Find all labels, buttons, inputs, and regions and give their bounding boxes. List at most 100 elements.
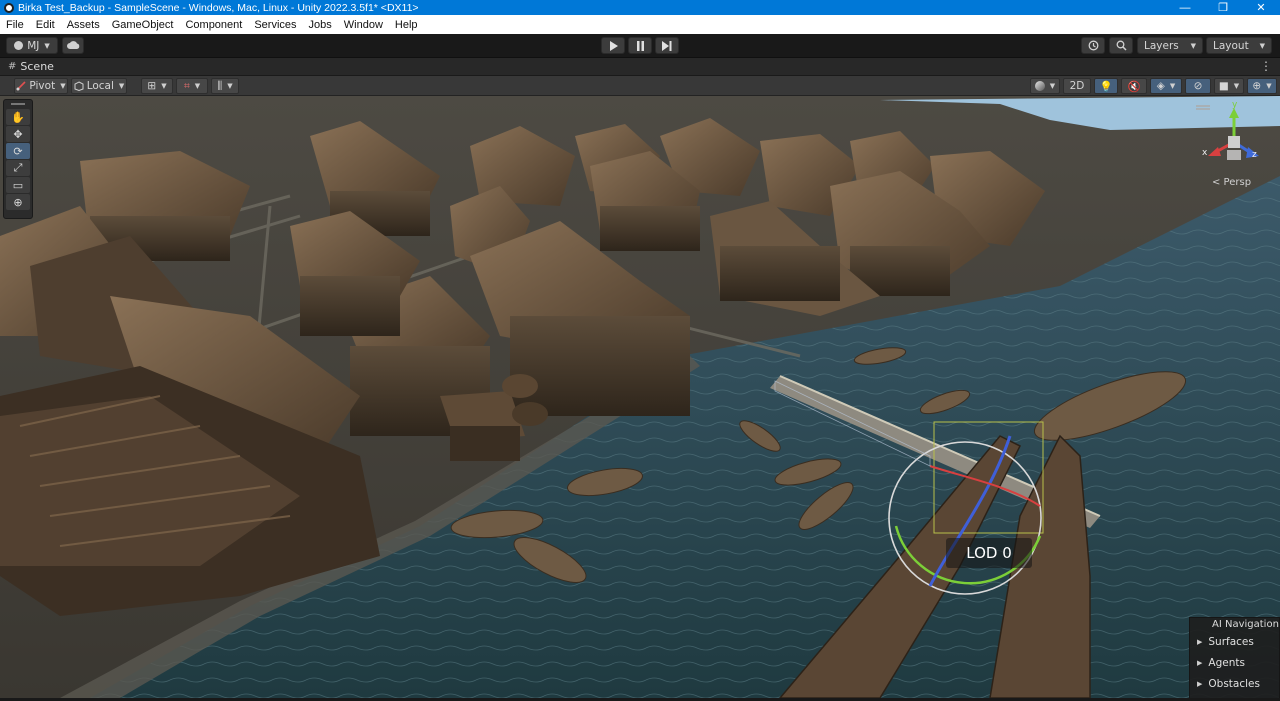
palette-grip[interactable]	[4, 100, 32, 108]
chevron-down-icon: ▼	[44, 41, 50, 50]
search-icon	[1116, 40, 1127, 51]
scene-tab-icon: #	[8, 61, 17, 72]
chevron-down-icon: ▼	[1190, 41, 1196, 50]
local-icon	[74, 81, 84, 91]
menu-edit[interactable]: Edit	[30, 19, 61, 31]
menu-assets[interactable]: Assets	[61, 19, 106, 31]
gizmo-y-label: y	[1232, 100, 1238, 110]
scale-icon: ⤢	[13, 161, 23, 174]
menu-gameobject[interactable]: GameObject	[106, 19, 180, 31]
rotate-tool[interactable]: ⟳	[6, 143, 30, 159]
rect-transform-icon: ▭	[12, 178, 24, 192]
step-button[interactable]	[655, 37, 679, 54]
chevron-down-icon: ▼	[227, 82, 233, 90]
chevron-down-icon: ▼	[1049, 82, 1056, 90]
chevron-down-icon: ▼	[118, 82, 125, 90]
align-dropdown[interactable]: ⫼ ▼	[211, 78, 239, 94]
menu-bar: File Edit Assets GameObject Component Se…	[0, 15, 1280, 34]
menu-component[interactable]: Component	[179, 19, 248, 31]
transform-icon: ⊕	[13, 195, 23, 209]
pause-icon	[636, 40, 644, 51]
projection-label[interactable]: < Persp	[1212, 177, 1251, 188]
scale-tool[interactable]: ⤢	[6, 160, 30, 176]
cloud-icon	[66, 41, 79, 49]
menu-window[interactable]: Window	[338, 19, 389, 31]
window-title: Birka Test_Backup - SampleScene - Window…	[18, 1, 419, 14]
effects-dropdown[interactable]: ◈ ▼	[1150, 78, 1182, 94]
menu-help[interactable]: Help	[389, 19, 424, 31]
pause-button[interactable]	[628, 37, 652, 54]
ai-nav-surfaces[interactable]: ▶ Surfaces	[1190, 631, 1279, 652]
account-label: MJ	[27, 39, 40, 52]
local-label: Local	[86, 80, 114, 92]
increment-snap-icon: ⌗	[183, 79, 190, 92]
ai-navigation-overlay: AI Navigation ▶ Surfaces ▶ Agents ▶ Obst…	[1189, 617, 1280, 699]
hidden-eye-icon: ⊘	[1193, 80, 1203, 92]
align-icon: ⫼	[217, 79, 223, 92]
chevron-down-icon: ▼	[60, 82, 66, 90]
triangle-right-icon: ▶	[1197, 679, 1203, 688]
scene-tab-bar: # Scene ⋮	[0, 58, 1280, 76]
triangle-right-icon: ▶	[1197, 637, 1203, 646]
axis-gizmo-icon	[1192, 105, 1259, 160]
layers-dropdown[interactable]: Layers ▼	[1137, 37, 1203, 54]
menu-jobs[interactable]: Jobs	[303, 19, 338, 31]
cloud-button[interactable]	[62, 37, 84, 54]
pivot-icon	[16, 81, 26, 91]
shaded-sphere-icon	[1034, 81, 1045, 91]
ai-nav-agents[interactable]: ▶ Agents	[1190, 652, 1279, 673]
orientation-gizmo[interactable]: y x z	[1192, 100, 1266, 188]
draw-mode-dropdown[interactable]: ▼	[1030, 78, 1060, 94]
triangle-right-icon: ▶	[1197, 658, 1203, 667]
minimize-button[interactable]: —	[1166, 0, 1204, 15]
chevron-down-icon: ▼	[1169, 82, 1176, 90]
scene-visibility-toggle[interactable]: ⊘	[1185, 78, 1211, 94]
chevron-down-icon: ▼	[161, 82, 167, 90]
menu-services[interactable]: Services	[248, 19, 302, 31]
scene-viewport[interactable]	[0, 96, 1280, 698]
ai-nav-obstacles-label: Obstacles	[1208, 677, 1260, 690]
layers-label: Layers	[1144, 39, 1179, 52]
ai-nav-agents-label: Agents	[1208, 656, 1245, 669]
step-icon	[662, 40, 672, 51]
play-icon	[609, 40, 618, 51]
camera-icon: ■	[1218, 80, 1229, 92]
ai-nav-obstacles[interactable]: ▶ Obstacles	[1190, 673, 1279, 694]
hand-tool[interactable]: ✋	[6, 109, 30, 125]
chevron-down-icon: ▼	[1259, 41, 1265, 50]
transform-tool[interactable]: ⊕	[6, 194, 30, 210]
move-tool[interactable]: ✥	[6, 126, 30, 142]
menu-file[interactable]: File	[0, 19, 30, 31]
gizmos-dropdown[interactable]: ⊕ ▼	[1247, 78, 1277, 94]
search-button[interactable]	[1109, 37, 1133, 54]
2d-toggle[interactable]: 2D	[1063, 78, 1091, 94]
chevron-down-icon: ▼	[194, 82, 201, 90]
audio-toggle[interactable]: 🔇	[1121, 78, 1147, 94]
pivot-label: Pivot	[29, 80, 56, 92]
tool-palette: ✋ ✥ ⟳ ⤢ ▭ ⊕	[3, 99, 33, 219]
audio-mute-icon: 🔇	[1127, 80, 1141, 93]
layout-dropdown[interactable]: Layout ▼	[1206, 37, 1272, 54]
rect-tool[interactable]: ▭	[6, 177, 30, 193]
play-button[interactable]	[601, 37, 625, 54]
grid-snap-icon: ⊞	[147, 80, 157, 92]
lighting-toggle[interactable]: 💡	[1094, 78, 1118, 94]
more-options-icon[interactable]: ⋮	[1260, 59, 1272, 73]
account-dropdown[interactable]: MJ ▼	[6, 37, 58, 54]
history-button[interactable]	[1081, 37, 1105, 54]
camera-dropdown[interactable]: ■ ▼	[1214, 78, 1244, 94]
increment-snap-dropdown[interactable]: ⌗ ▼	[176, 78, 208, 94]
history-icon	[1088, 40, 1098, 51]
pivot-dropdown[interactable]: Pivot ▼	[14, 78, 68, 94]
hand-icon: ✋	[11, 110, 25, 124]
main-toolbar: MJ ▼ Layers ▼ Layout ▼	[0, 34, 1280, 58]
tab-scene[interactable]: Scene	[20, 60, 54, 73]
close-button[interactable]: ✕	[1242, 0, 1280, 15]
local-dropdown[interactable]: Local ▼	[71, 78, 127, 94]
chevron-down-icon: ▼	[1233, 82, 1240, 90]
lightbulb-icon: 💡	[1099, 80, 1113, 93]
grid-snap-dropdown[interactable]: ⊞ ▼	[141, 78, 173, 94]
move-icon: ✥	[13, 127, 23, 141]
maximize-button[interactable]: ❐	[1204, 0, 1242, 15]
gizmos-globe-icon: ⊕	[1252, 80, 1262, 92]
